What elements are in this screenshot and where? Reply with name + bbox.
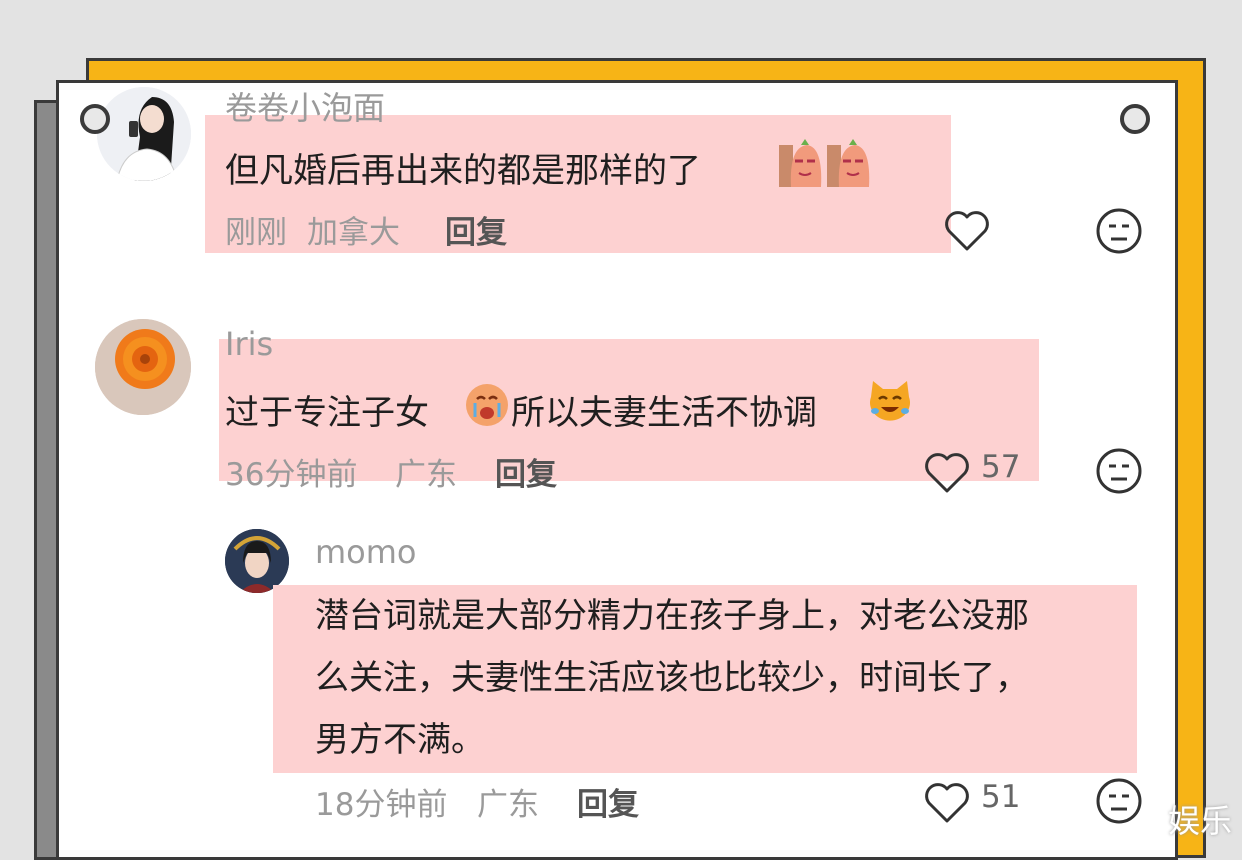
comment-text: 但凡婚后再出来的都是那样的了 bbox=[225, 151, 701, 191]
comment-time: 刚刚 bbox=[225, 215, 287, 251]
avatar-user-3[interactable] bbox=[225, 529, 289, 593]
heart-icon[interactable] bbox=[943, 209, 991, 257]
sticker-emoji-icon bbox=[777, 137, 873, 193]
like-count: 57 bbox=[981, 449, 1021, 485]
comment-text: 所以夫妻生活不协调 bbox=[511, 393, 817, 433]
pin-right-icon bbox=[1120, 104, 1150, 134]
comment-location: 广东 bbox=[395, 457, 457, 493]
comment-card: 卷卷小泡面 但凡婚后再出来的都是那样的了 刚刚 加拿大 回复 Iris 过于专注… bbox=[56, 80, 1178, 860]
reply-button[interactable]: 回复 bbox=[445, 207, 507, 252]
dislike-face-icon[interactable] bbox=[1095, 777, 1143, 829]
comment-time: 36分钟前 bbox=[225, 457, 358, 493]
pin-left-icon bbox=[80, 104, 110, 134]
heart-icon[interactable] bbox=[923, 781, 971, 829]
comment-text-line: 男方不满。 bbox=[315, 720, 485, 760]
watermark: 娱乐 bbox=[1168, 802, 1233, 840]
username[interactable]: 卷卷小泡面 bbox=[225, 83, 385, 129]
heart-icon[interactable] bbox=[923, 451, 971, 499]
laughing-cat-emoji-icon bbox=[865, 379, 915, 431]
avatar-user-1[interactable] bbox=[97, 87, 191, 181]
dislike-face-icon[interactable] bbox=[1095, 207, 1143, 259]
comment-location: 加拿大 bbox=[307, 215, 400, 251]
comment-text-line: 潜台词就是大部分精力在孩子身上，对老公没那 bbox=[315, 596, 1029, 636]
comment-location: 广东 bbox=[477, 787, 539, 823]
crying-emoji-icon bbox=[463, 381, 511, 433]
reply-button[interactable]: 回复 bbox=[577, 779, 639, 824]
reply-button[interactable]: 回复 bbox=[495, 449, 557, 494]
like-count: 51 bbox=[981, 779, 1021, 815]
username[interactable]: momo bbox=[315, 533, 417, 571]
comment-time: 18分钟前 bbox=[315, 787, 448, 823]
dislike-face-icon[interactable] bbox=[1095, 447, 1143, 499]
username[interactable]: Iris bbox=[225, 325, 273, 363]
comment-text: 过于专注子女 bbox=[225, 393, 429, 433]
comment-text-line: 么关注，夫妻性生活应该也比较少，时间长了， bbox=[315, 658, 1029, 698]
avatar-user-2[interactable] bbox=[95, 319, 191, 415]
